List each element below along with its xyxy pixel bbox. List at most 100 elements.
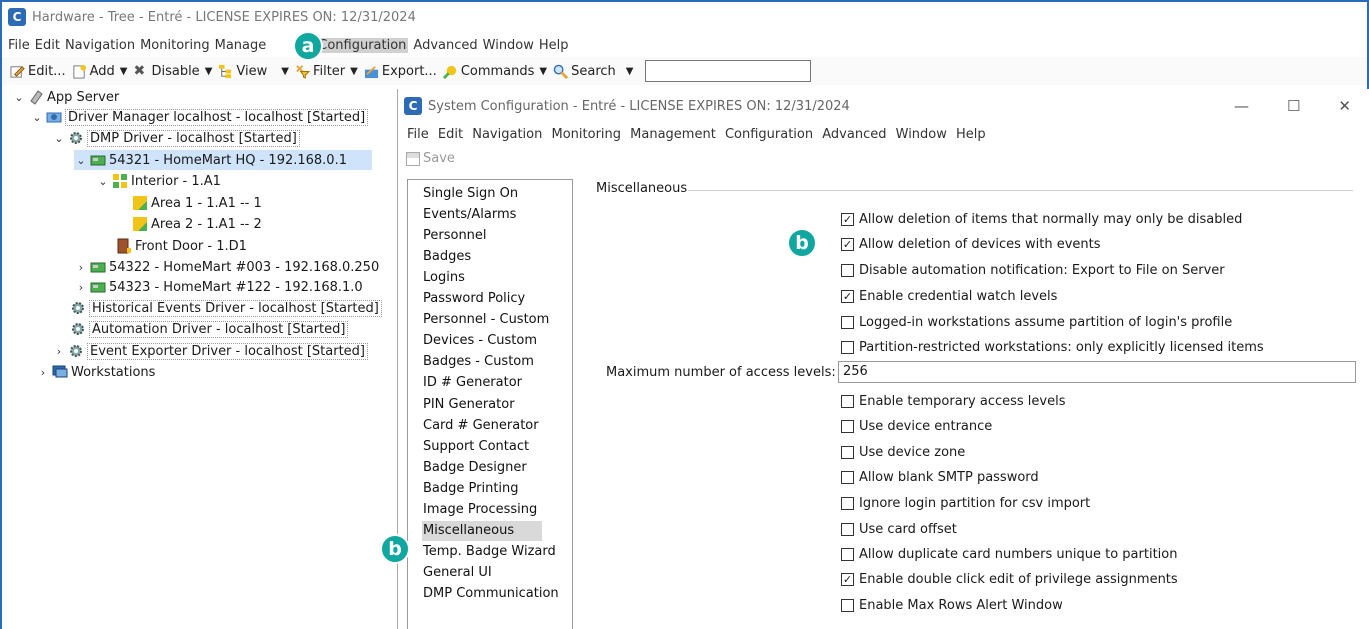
close-icon[interactable]: ✕ [1338,97,1351,115]
category-general-ui[interactable]: General UI [423,563,492,583]
checkbox[interactable]: ✓ [841,212,854,226]
menu-navigation[interactable]: Navigation [65,38,135,53]
tree-node-event-exporter[interactable]: › Event Exporter Driver - localhost [Sta… [52,341,368,361]
tree-node-historical-driver[interactable]: Historical Events Driver - localhost [St… [70,298,382,318]
checkbox[interactable]: ✓ [841,572,854,586]
checkbox[interactable] [841,496,854,510]
option-allow-delete-devices[interactable]: ✓ Allow deletion of devices with events [841,235,1101,253]
option-blank-smtp-password[interactable]: Allow blank SMTP password [841,468,1039,486]
category-card-generator[interactable]: Card # Generator [423,416,539,436]
menu-monitoring[interactable]: Monitoring [140,38,210,53]
category-logins[interactable]: Logins [423,268,465,288]
option-device-zone[interactable]: Use device zone [841,443,965,461]
option-partition-restricted[interactable]: Partition-restricted workstations: only … [841,338,1264,356]
dlg-menu-window[interactable]: Window [896,127,947,142]
export-button[interactable]: Export... [364,64,437,79]
dlg-menu-file[interactable]: File [407,127,429,142]
checkbox[interactable] [841,470,854,484]
search-button[interactable]: Search ▼ [553,64,633,79]
menu-configuration[interactable]: Configuration [316,37,409,53]
option-max-rows-alert[interactable]: Enable Max Rows Alert Window [841,596,1063,614]
dlg-menu-monitoring[interactable]: Monitoring [552,127,622,142]
category-pin-generator[interactable]: PIN Generator [423,395,515,415]
add-button[interactable]: Add ▼ [72,64,127,79]
chevron-down-icon[interactable]: ⌄ [30,111,44,124]
disable-button[interactable]: ✖ Disable ▼ [133,63,213,79]
category-badge-printing[interactable]: Badge Printing [423,479,519,499]
dlg-menu-management[interactable]: Management [630,127,716,142]
save-button[interactable]: Save [406,151,455,166]
tree-node-dmp-driver[interactable]: ⌄ DMP Driver - localhost [Started] [52,128,300,148]
category-badge-designer[interactable]: Badge Designer [423,458,527,478]
filter-button[interactable]: Filter ▼ [295,64,358,79]
tree-node-panel-hq[interactable]: ⌄ 54321 - HomeMart HQ - 192.168.0.1 [74,150,372,170]
option-credential-watch-levels[interactable]: ✓ Enable credential watch levels [841,287,1057,305]
disable-dropdown-icon[interactable]: ▼ [205,66,213,77]
option-device-entrance[interactable]: Use device entrance [841,417,992,435]
tree-node-interior[interactable]: ⌄ Interior - 1.A1 [96,171,221,191]
dlg-menu-edit[interactable]: Edit [438,127,463,142]
commands-button[interactable]: Commands ▼ [442,64,547,79]
option-disable-automation-notification[interactable]: Disable automation notification: Export … [841,261,1225,279]
checkbox[interactable] [841,522,854,536]
max-access-levels-input[interactable]: 256 [838,361,1356,383]
category-events-alarms[interactable]: Events/Alarms [423,205,516,225]
checkbox[interactable] [841,340,854,354]
checkbox[interactable] [841,445,854,459]
checkbox[interactable]: ✓ [841,237,854,251]
menu-management[interactable]: Manage [215,38,267,53]
chevron-right-icon[interactable]: › [36,366,50,379]
category-password-policy[interactable]: Password Policy [423,289,525,309]
menu-help[interactable]: Help [539,38,569,53]
option-logged-in-partition[interactable]: Logged-in workstations assume partition … [841,313,1232,331]
tree-node-workstations[interactable]: › Workstations [36,362,156,382]
category-dmp-communication[interactable]: DMP Communication [423,584,559,604]
edit-button[interactable]: Edit... [10,64,66,79]
tree-node-front-door[interactable]: Front Door - 1.D1 [116,236,247,256]
commands-dropdown-icon[interactable]: ▼ [539,66,547,77]
option-duplicate-card-numbers[interactable]: Allow duplicate card numbers unique to p… [841,545,1177,563]
checkbox[interactable] [841,419,854,433]
maximize-icon[interactable]: ☐ [1287,97,1300,115]
chevron-down-icon[interactable]: ⌄ [74,154,88,167]
checkbox[interactable] [841,315,854,329]
chevron-right-icon[interactable]: › [74,261,88,274]
tree-node-area-1[interactable]: Area 1 - 1.A1 -- 1 [132,193,262,213]
category-miscellaneous[interactable]: Miscellaneous [422,521,543,541]
tree-node-driver-manager[interactable]: ⌄ Driver Manager localhost - localhost [… [30,107,369,127]
tree-node-app-server[interactable]: ⌄ App Server [12,87,119,107]
option-temporary-access-levels[interactable]: Enable temporary access levels [841,392,1065,410]
dlg-menu-help[interactable]: Help [956,127,986,142]
checkbox[interactable] [841,598,854,612]
category-personnel[interactable]: Personnel [423,226,487,246]
category-devices-custom[interactable]: Devices - Custom [423,331,537,351]
tree-node-area-2[interactable]: Area 2 - 1.A1 -- 2 [132,214,262,234]
search-dropdown-icon[interactable]: ▼ [626,66,634,77]
chevron-right-icon[interactable]: › [74,281,88,294]
filter-dropdown-icon[interactable]: ▼ [350,66,358,77]
tree-node-automation-driver[interactable]: Automation Driver - localhost [Started] [70,319,349,339]
menu-file[interactable]: File [8,38,30,53]
search-input[interactable] [645,60,812,82]
dlg-menu-advanced[interactable]: Advanced [822,127,886,142]
category-badges-custom[interactable]: Badges - Custom [423,352,534,372]
checkbox[interactable] [841,547,854,561]
checkbox[interactable] [841,394,854,408]
chevron-down-icon[interactable]: ⌄ [52,132,66,145]
category-badges[interactable]: Badges [423,247,471,267]
option-allow-delete-items[interactable]: ✓ Allow deletion of items that normally m… [841,210,1242,228]
checkbox[interactable] [841,263,854,277]
category-support-contact[interactable]: Support Contact [423,437,529,457]
chevron-down-icon[interactable]: ⌄ [12,91,26,104]
menu-edit[interactable]: Edit [35,38,60,53]
dlg-menu-configuration[interactable]: Configuration [725,127,813,142]
option-ignore-login-partition-csv[interactable]: Ignore login partition for csv import [841,494,1090,512]
menu-advanced[interactable]: Advanced [413,38,477,53]
tree-node-panel-122[interactable]: › 54323 - HomeMart #122 - 192.168.1.0 [74,277,363,297]
category-temp-badge-wizard[interactable]: Temp. Badge Wizard [423,542,556,562]
view-dropdown-icon[interactable]: ▼ [281,66,289,77]
category-personnel-custom[interactable]: Personnel - Custom [423,310,549,330]
dlg-menu-navigation[interactable]: Navigation [472,127,542,142]
menu-window[interactable]: Window [483,38,534,53]
category-id-generator[interactable]: ID # Generator [423,373,522,393]
